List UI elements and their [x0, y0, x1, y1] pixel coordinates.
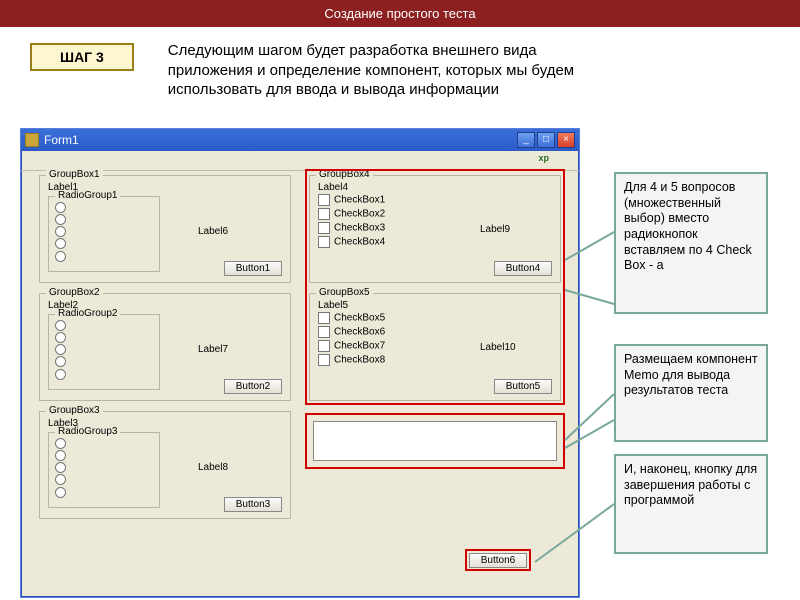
callout-lines	[0, 0, 800, 600]
